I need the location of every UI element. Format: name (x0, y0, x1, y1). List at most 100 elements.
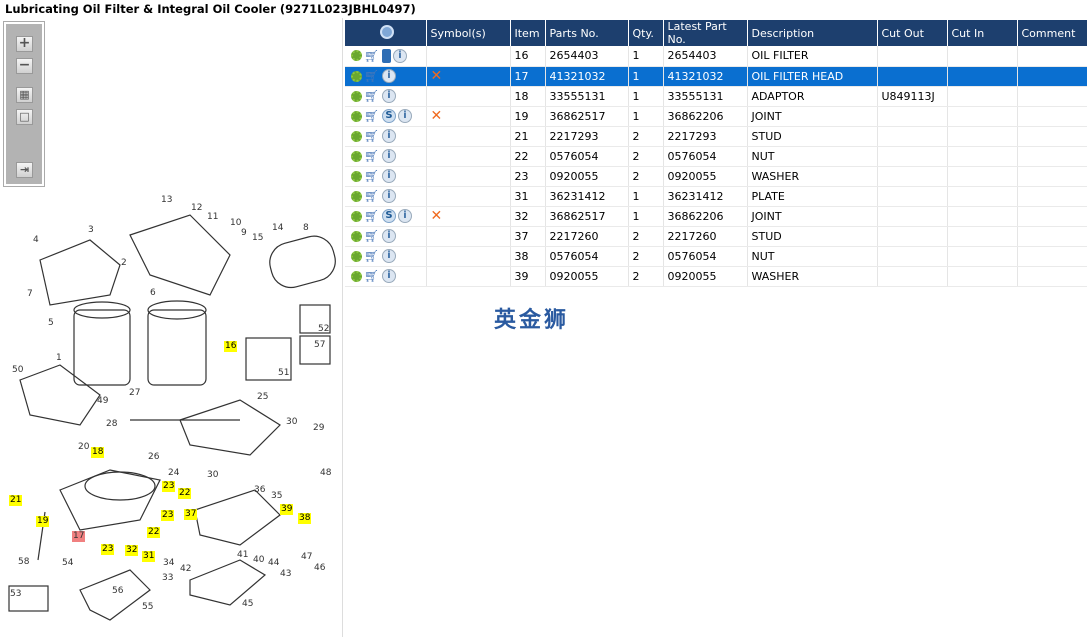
callout[interactable]: 30 (206, 470, 219, 481)
diagram-panel[interactable]: + − ▦ □ ⇥ 13 12 11 10 9 15 14 8 3 4 2 7 … (0, 18, 343, 637)
table-row[interactable]: 🛒︎ i 37 2217260 2 2217260 STUD (345, 226, 1087, 247)
callout[interactable]: 43 (279, 569, 292, 580)
column-header[interactable]: Cut Out (877, 20, 948, 46)
s-icon[interactable]: S (382, 109, 396, 123)
callout[interactable]: 45 (241, 599, 254, 610)
info-icon[interactable]: i (382, 129, 396, 143)
callout[interactable]: 32 (125, 545, 139, 556)
callout[interactable]: 37 (184, 509, 198, 520)
callout[interactable]: 15 (251, 233, 264, 244)
s-icon[interactable]: S (382, 209, 396, 223)
callout[interactable]: 12 (190, 203, 203, 214)
callout[interactable]: 3 (87, 225, 95, 236)
table-row[interactable]: 🛒︎ i 18 33555131 1 33555131 ADAPTOR U849113J (345, 86, 1087, 107)
cart-icon[interactable]: 🛒︎ (364, 270, 380, 282)
callout[interactable]: 24 (167, 468, 180, 479)
callout[interactable]: 50 (11, 365, 24, 376)
callout[interactable]: 6 (149, 288, 157, 299)
info-icon[interactable]: i (398, 209, 412, 223)
callout[interactable]: 26 (147, 452, 160, 463)
callout[interactable]: 18 (91, 447, 105, 458)
callout[interactable]: 28 (105, 419, 118, 430)
gear-icon[interactable] (351, 110, 362, 122)
info-icon[interactable]: i (382, 69, 396, 83)
callout[interactable]: 1 (55, 353, 63, 364)
column-header[interactable]: Description (747, 20, 878, 46)
callout[interactable]: 30 (285, 417, 298, 428)
info-icon[interactable]: i (398, 109, 412, 123)
callout[interactable]: 49 (96, 396, 109, 407)
table-row[interactable]: 🛒︎ i 38 0576054 2 0576054 NUT (345, 246, 1087, 267)
callout[interactable]: 42 (179, 564, 192, 575)
book-icon[interactable] (382, 48, 391, 63)
cart-icon[interactable]: 🛒︎ (364, 110, 380, 122)
cart-icon[interactable]: 🛒︎ (364, 130, 380, 142)
callout[interactable]: 14 (271, 223, 284, 234)
callout[interactable]: 22 (178, 488, 192, 499)
info-icon[interactable]: i (382, 269, 396, 283)
info-icon[interactable]: i (382, 169, 396, 183)
callout[interactable]: 51 (277, 368, 290, 379)
callout[interactable]: 7 (26, 289, 34, 300)
callout[interactable]: 23 (161, 510, 175, 521)
search-icon[interactable] (380, 24, 395, 39)
callout[interactable]: 52 (317, 324, 330, 335)
gear-icon[interactable] (351, 130, 362, 142)
cart-icon[interactable]: 🛒︎ (364, 190, 380, 202)
table-row[interactable]: 🛒︎ Si ✕ 32 36862517 1 36862206 JOINT (345, 206, 1087, 227)
callout[interactable]: 48 (319, 468, 332, 479)
column-header[interactable]: Item (510, 20, 546, 46)
callout[interactable]: 25 (256, 392, 269, 403)
callout[interactable]: 22 (147, 527, 161, 538)
callout[interactable]: 33 (161, 573, 174, 584)
callout[interactable]: 8 (302, 223, 310, 234)
callout[interactable]: 34 (162, 558, 175, 569)
callout-current[interactable]: 17 (72, 531, 86, 542)
callout[interactable]: 2 (120, 258, 128, 269)
gear-icon[interactable] (351, 210, 362, 222)
gear-icon[interactable] (351, 150, 362, 162)
cart-icon[interactable]: 🛒︎ (364, 250, 380, 262)
callout[interactable]: 36 (253, 485, 266, 496)
callout[interactable]: 40 (252, 555, 265, 566)
callout[interactable]: 47 (300, 552, 313, 563)
table-row[interactable]: 🛒︎ i 21 2217293 2 2217293 STUD (345, 126, 1087, 147)
callout[interactable]: 41 (236, 550, 249, 561)
callout[interactable]: 20 (77, 442, 90, 453)
column-header[interactable]: Latest Part No. (663, 20, 748, 46)
column-header[interactable]: Parts No. (545, 20, 629, 46)
callout[interactable]: 16 (224, 341, 238, 352)
table-row[interactable]: 🛒︎ i 23 0920055 2 0920055 WASHER (345, 166, 1087, 187)
callout[interactable]: 4 (32, 235, 40, 246)
cart-icon[interactable]: 🛒︎ (364, 230, 380, 242)
cart-icon[interactable]: 🛒︎ (364, 70, 380, 82)
gear-icon[interactable] (351, 270, 362, 282)
callout[interactable]: 39 (280, 504, 294, 515)
gear-icon[interactable] (351, 190, 362, 202)
gear-icon[interactable] (351, 170, 362, 182)
callout[interactable]: 9 (240, 228, 248, 239)
callout[interactable]: 23 (162, 481, 176, 492)
callout[interactable]: 54 (61, 558, 74, 569)
callout[interactable]: 31 (142, 551, 156, 562)
cart-icon[interactable]: 🛒︎ (364, 150, 380, 162)
callout[interactable]: 53 (9, 589, 22, 600)
callout[interactable]: 56 (111, 586, 124, 597)
column-header-search[interactable] (345, 20, 427, 46)
callout[interactable]: 11 (206, 212, 219, 223)
callout[interactable]: 27 (128, 388, 141, 399)
info-icon[interactable]: i (382, 249, 396, 263)
callout[interactable]: 57 (313, 340, 326, 351)
callout[interactable]: 19 (36, 516, 50, 527)
gear-icon[interactable] (351, 250, 362, 262)
table-row[interactable]: 🛒︎ i 22 0576054 2 0576054 NUT (345, 146, 1087, 167)
callout[interactable]: 55 (141, 602, 154, 613)
table-row[interactable]: 🛒︎ Si ✕ 19 36862517 1 36862206 JOINT (345, 106, 1087, 127)
callout[interactable]: 5 (47, 318, 55, 329)
table-row[interactable]: 🛒︎ i 31 36231412 1 36231412 PLATE (345, 186, 1087, 207)
info-icon[interactable]: i (393, 48, 407, 63)
cart-icon[interactable]: 🛒︎ (364, 210, 380, 222)
callout[interactable]: 44 (267, 558, 280, 569)
table-row[interactable]: 🛒︎ i 16 2654403 1 2654403 OIL FILTER (345, 46, 1087, 67)
column-header[interactable]: Symbol(s) (426, 20, 511, 46)
